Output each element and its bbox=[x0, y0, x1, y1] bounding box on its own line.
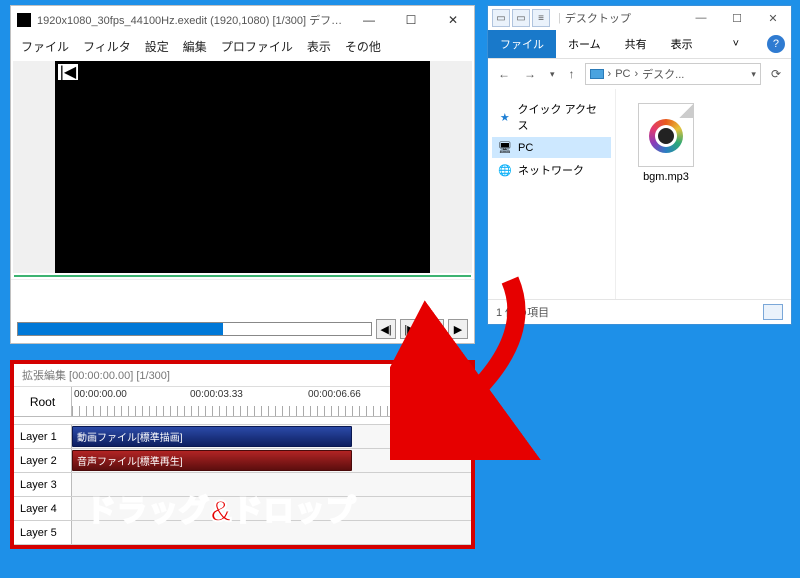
audio-clip[interactable]: 音声ファイル[標準再生] bbox=[72, 450, 352, 471]
nav-bar: ← → ▾ ↑ › PC › デスク... ▾ ⟳ bbox=[488, 59, 791, 89]
ruler-tick: 00:00:06.66 bbox=[308, 389, 361, 400]
layer-label-2[interactable]: Layer 2 bbox=[14, 449, 72, 472]
star-icon: ★ bbox=[498, 111, 512, 124]
history-dropdown-icon[interactable]: ▾ bbox=[546, 67, 559, 82]
explorer-window: ▭ ▭ ≡ | デスクトップ — ☐ ✕ ファイル ホーム 共有 表示 ˅ ? … bbox=[487, 5, 792, 325]
maximize-button[interactable]: ☐ bbox=[390, 6, 432, 34]
layer-label-5[interactable]: Layer 5 bbox=[14, 521, 72, 544]
explorer-minimize-button[interactable]: — bbox=[683, 6, 719, 30]
preview-canvas[interactable] bbox=[55, 61, 430, 273]
up-button[interactable]: ↑ bbox=[565, 65, 579, 83]
sidebar-item-network[interactable]: 🌐 ネットワーク bbox=[492, 158, 611, 182]
close-button[interactable]: ✕ bbox=[432, 6, 474, 34]
layer-track-4[interactable] bbox=[72, 497, 471, 520]
seek-bar[interactable] bbox=[17, 322, 372, 336]
layer-track-3[interactable] bbox=[72, 473, 471, 496]
explorer-titlebar[interactable]: ▭ ▭ ≡ | デスクトップ — ☐ ✕ bbox=[488, 6, 791, 30]
refresh-button[interactable]: ⟳ bbox=[767, 65, 785, 83]
back-button[interactable]: ← bbox=[494, 65, 514, 83]
sidebar-item-label: クイック アクセス bbox=[518, 101, 605, 133]
preview-area: |◀ bbox=[13, 61, 472, 273]
menu-edit[interactable]: 編集 bbox=[183, 38, 207, 55]
menu-filter[interactable]: フィルタ bbox=[83, 38, 131, 55]
sidebar-item-label: ネットワーク bbox=[518, 162, 584, 178]
file-name: bgm.mp3 bbox=[626, 171, 706, 183]
blank-strip bbox=[11, 279, 474, 317]
sidebar-item-pc[interactable]: 🖥 PC bbox=[492, 137, 611, 158]
ruler-tick: 00:00:00.00 bbox=[74, 389, 127, 400]
app-icon bbox=[17, 13, 31, 27]
root-button[interactable]: Root bbox=[14, 387, 72, 417]
help-icon[interactable]: ? bbox=[767, 35, 785, 53]
explorer-maximize-button[interactable]: ☐ bbox=[719, 6, 755, 30]
status-bar: 1 個の項目 bbox=[488, 299, 791, 324]
tab-view[interactable]: 表示 bbox=[659, 30, 705, 58]
breadcrumb-sep: › bbox=[634, 68, 638, 80]
qat-icon-2[interactable]: ▭ bbox=[512, 9, 530, 27]
tab-file[interactable]: ファイル bbox=[488, 30, 556, 58]
layer-track-2[interactable]: 音声ファイル[標準再生] bbox=[72, 449, 471, 472]
play-button[interactable]: ▶ bbox=[448, 319, 468, 339]
pc-icon bbox=[590, 69, 604, 79]
tab-home[interactable]: ホーム bbox=[556, 30, 613, 58]
menu-profile[interactable]: プロファイル bbox=[221, 38, 293, 55]
timeline-title: 拡張編集 [00:00:00.00] [1/300] bbox=[14, 364, 471, 387]
menu-other[interactable]: その他 bbox=[345, 38, 381, 55]
network-icon: 🌐 bbox=[498, 164, 512, 177]
status-text: 1 個の項目 bbox=[496, 304, 549, 320]
tab-share[interactable]: 共有 bbox=[613, 30, 659, 58]
sidebar-item-label: PC bbox=[518, 142, 533, 154]
breadcrumb-sep: › bbox=[608, 68, 612, 80]
qat-icon-3[interactable]: ≡ bbox=[532, 9, 550, 27]
titlebar[interactable]: 1920x1080_30fps_44100Hz.exedit (1920,108… bbox=[11, 6, 474, 34]
qat-icon-1[interactable]: ▭ bbox=[492, 9, 510, 27]
audio-level-line bbox=[14, 275, 471, 277]
menu-bar: ファイル フィルタ 設定 編集 プロファイル 表示 その他 bbox=[11, 34, 474, 59]
explorer-close-button[interactable]: ✕ bbox=[755, 6, 791, 30]
breadcrumb-location[interactable]: デスク... bbox=[642, 66, 684, 82]
audio-file-icon bbox=[638, 103, 694, 167]
seek-controls: ◀| |▶ |◀ ▶ bbox=[11, 317, 474, 343]
video-clip[interactable]: 動画ファイル[標準描画] bbox=[72, 426, 352, 447]
pc-icon: 🖥 bbox=[498, 141, 512, 154]
ribbon-expand-icon[interactable]: ˅ bbox=[729, 32, 743, 56]
forward-button[interactable]: → bbox=[520, 65, 540, 83]
layer-label-4[interactable]: Layer 4 bbox=[14, 497, 72, 520]
goto-start-button[interactable]: |◀ bbox=[424, 319, 444, 339]
breadcrumb-pc[interactable]: PC bbox=[615, 68, 630, 80]
minimize-button[interactable]: — bbox=[348, 6, 390, 34]
layer-label-3[interactable]: Layer 3 bbox=[14, 473, 72, 496]
next-frame-button[interactable]: |▶ bbox=[400, 319, 420, 339]
aviutl-window: 1920x1080_30fps_44100Hz.exedit (1920,108… bbox=[10, 5, 475, 344]
file-item-bgm[interactable]: bgm.mp3 bbox=[626, 103, 706, 183]
file-list[interactable]: bgm.mp3 bbox=[616, 89, 791, 299]
layer-track-1[interactable]: 動画ファイル[標準描画] bbox=[72, 425, 471, 448]
nav-pane: ★ クイック アクセス 🖥 PC 🌐 ネットワーク bbox=[488, 89, 616, 299]
address-dropdown-icon[interactable]: ▾ bbox=[751, 69, 756, 80]
time-ruler[interactable]: 00:00:00.00 00:00:03.33 00:00:06.66 00:0… bbox=[72, 387, 471, 417]
window-title: 1920x1080_30fps_44100Hz.exedit (1920,108… bbox=[37, 12, 348, 28]
explorer-title: デスクトップ bbox=[565, 10, 683, 26]
layer-track-5[interactable] bbox=[72, 521, 471, 544]
layer-label-1[interactable]: Layer 1 bbox=[14, 425, 72, 448]
ribbon-tabs: ファイル ホーム 共有 表示 ˅ ? bbox=[488, 30, 791, 59]
goto-start-icon[interactable]: |◀ bbox=[58, 64, 78, 80]
prev-frame-button[interactable]: ◀| bbox=[376, 319, 396, 339]
menu-view[interactable]: 表示 bbox=[307, 38, 331, 55]
sidebar-item-quick-access[interactable]: ★ クイック アクセス bbox=[492, 97, 611, 137]
ruler-tick: 00:00:03.33 bbox=[190, 389, 243, 400]
timeline-window: 拡張編集 [00:00:00.00] [1/300] Root 00:00:00… bbox=[10, 360, 475, 549]
menu-file[interactable]: ファイル bbox=[21, 38, 69, 55]
view-mode-button[interactable] bbox=[763, 304, 783, 320]
ruler-tick: 00:00 bbox=[426, 389, 451, 400]
menu-settings[interactable]: 設定 bbox=[145, 38, 169, 55]
address-bar[interactable]: › PC › デスク... ▾ bbox=[585, 63, 761, 85]
